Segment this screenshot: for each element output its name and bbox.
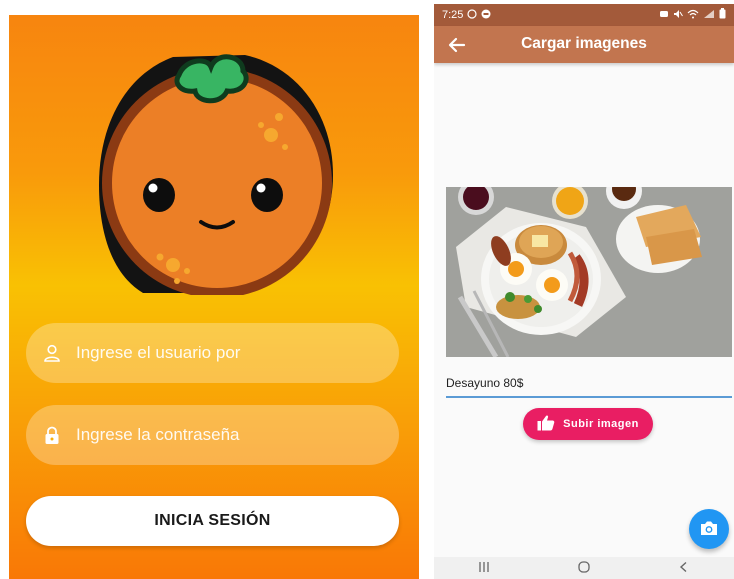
system-nav-bar — [434, 557, 734, 579]
whatsapp-icon — [467, 8, 478, 22]
thumb-up-icon — [537, 415, 555, 434]
notification-icon — [481, 9, 491, 22]
breakfast-photo — [446, 187, 732, 357]
page-title: Cargar imagenes — [521, 35, 647, 52]
orange-mascot-logo — [99, 54, 333, 295]
app-bar: Cargar imagenes — [434, 26, 734, 63]
upload-label: Subir imagen — [563, 418, 639, 430]
mute-icon — [673, 9, 683, 22]
upload-image-button[interactable]: Subir imagen — [523, 408, 653, 440]
person-outline-icon — [41, 342, 63, 364]
login-screen: INICIA SESIÓN — [9, 15, 419, 579]
home-icon[interactable] — [564, 560, 604, 576]
username-field[interactable] — [26, 323, 399, 383]
description-input[interactable]: Desayuno 80$ — [446, 376, 523, 390]
status-bar: 7:25 — [434, 4, 734, 26]
camera-fab-button[interactable] — [689, 509, 729, 549]
username-input[interactable] — [74, 342, 378, 364]
chevron-left-icon[interactable] — [664, 560, 704, 576]
wifi-icon — [687, 9, 699, 22]
battery-icon — [719, 8, 726, 22]
password-field[interactable] — [26, 405, 399, 465]
signal-icon — [703, 9, 715, 22]
camera-icon — [699, 519, 719, 540]
password-input[interactable] — [74, 424, 378, 446]
lock-icon — [41, 424, 63, 446]
status-time: 7:25 — [442, 9, 464, 21]
alarm-icon — [659, 9, 669, 22]
recents-icon[interactable] — [464, 560, 504, 576]
login-button[interactable]: INICIA SESIÓN — [26, 496, 399, 546]
upload-screen: 7:25 Cargar imagenes Desayuno 80$ Subir … — [434, 4, 734, 579]
input-underline — [446, 396, 732, 398]
